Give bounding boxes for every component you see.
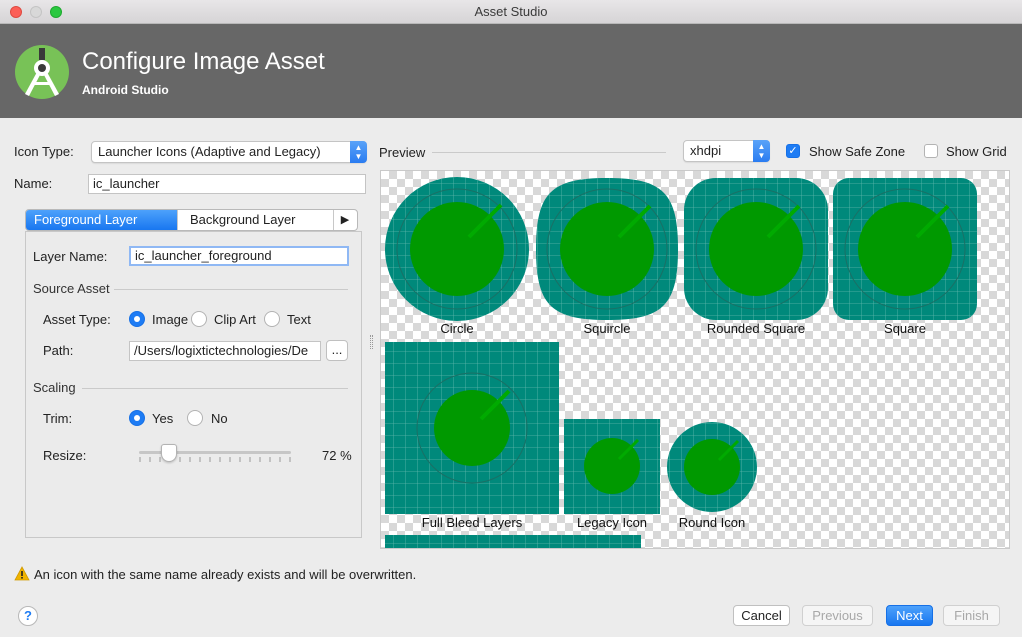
- warning-icon: [14, 566, 30, 581]
- page-title: Configure Image Asset: [82, 48, 325, 75]
- cancel-button[interactable]: Cancel: [733, 605, 790, 626]
- density-value: xhdpi: [690, 143, 722, 158]
- divider: [432, 152, 666, 153]
- trim-yes-radio[interactable]: [129, 410, 145, 426]
- show-grid-label: Show Grid: [946, 144, 1007, 159]
- asset-type-label: Asset Type:: [43, 312, 111, 327]
- resize-value: 72 %: [322, 448, 352, 463]
- show-grid-checkbox[interactable]: [924, 144, 938, 158]
- show-safe-zone-label: Show Safe Zone: [809, 144, 906, 159]
- squircle-icon-preview: [536, 178, 678, 320]
- legacy-icon-preview: [564, 419, 660, 514]
- asset-type-text-radio[interactable]: [264, 311, 280, 327]
- split-pane-handle[interactable]: [370, 335, 373, 349]
- trim-no-label: No: [211, 411, 228, 426]
- divider: [114, 289, 348, 290]
- icon-label-square: Square: [884, 321, 926, 336]
- android-studio-logo-icon: [15, 45, 69, 99]
- round-icon-preview: [667, 422, 757, 512]
- minimize-window-button[interactable]: [30, 6, 42, 18]
- help-button[interactable]: ?: [18, 606, 38, 626]
- trim-yes-label: Yes: [152, 411, 174, 426]
- close-window-button[interactable]: [10, 6, 22, 18]
- icon-type-label: Icon Type:: [14, 144, 74, 159]
- asset-type-clipart-label: Clip Art: [214, 312, 256, 327]
- source-asset-heading: Source Asset: [33, 281, 110, 296]
- browse-button[interactable]: ...: [326, 340, 348, 361]
- wizard-header: Configure Image Asset Android Studio: [0, 24, 1022, 118]
- page-subtitle: Android Studio: [82, 83, 169, 97]
- layer-tabs: Foreground Layer Background Layer ▶: [25, 209, 358, 231]
- divider: [82, 388, 348, 389]
- select-chevron-icon: ▲ ▼: [350, 141, 367, 163]
- layer-name-label: Layer Name:: [33, 249, 108, 264]
- tab-foreground-layer[interactable]: Foreground Layer: [26, 210, 177, 230]
- more-tabs-arrow-icon[interactable]: ▶: [333, 210, 357, 230]
- icon-label-round: Round Icon: [678, 515, 746, 530]
- name-label: Name:: [14, 176, 53, 191]
- finish-button[interactable]: Finish: [943, 605, 1000, 626]
- icon-label-circle: Circle: [440, 321, 474, 336]
- icon-label-rounded-square: Rounded Square: [706, 321, 806, 336]
- path-label: Path:: [43, 343, 74, 358]
- name-input[interactable]: ic_launcher: [88, 174, 366, 194]
- density-select[interactable]: xhdpi ▲ ▼: [683, 140, 770, 162]
- resize-slider[interactable]: [139, 444, 291, 466]
- next-button[interactable]: Next: [886, 605, 933, 626]
- asset-type-image-label: Image: [152, 312, 189, 327]
- asset-type-image-radio[interactable]: [129, 311, 145, 327]
- rounded-square-icon-preview: [684, 178, 828, 320]
- layer-settings-panel: Layer Name: ic_launcher_foreground Sourc…: [25, 231, 362, 538]
- trim-no-radio[interactable]: [187, 410, 203, 426]
- show-safe-zone-checkbox[interactable]: ✓: [786, 144, 800, 158]
- select-chevron-icon: ▲ ▼: [753, 140, 770, 162]
- circle-icon-preview: [385, 177, 529, 321]
- icon-type-value: Launcher Icons (Adaptive and Legacy): [98, 144, 321, 159]
- full-bleed-layers-icon-preview: [385, 342, 559, 514]
- icon-label-legacy: Legacy Icon: [576, 515, 648, 530]
- icon-type-select[interactable]: Launcher Icons (Adaptive and Legacy) ▲ ▼: [91, 141, 367, 163]
- next-icon-preview-partial: [385, 535, 641, 548]
- title-bar: Asset Studio: [0, 0, 1022, 24]
- window-title: Asset Studio: [474, 4, 548, 19]
- square-icon-preview: [833, 178, 977, 320]
- asset-type-clipart-radio[interactable]: [191, 311, 207, 327]
- tab-background-layer[interactable]: Background Layer: [177, 210, 334, 230]
- warning-message: An icon with the same name already exist…: [34, 567, 417, 582]
- scaling-heading: Scaling: [33, 380, 76, 395]
- previous-button[interactable]: Previous: [802, 605, 873, 626]
- asset-type-text-label: Text: [287, 312, 311, 327]
- icon-label-full-bleed: Full Bleed Layers: [421, 515, 523, 530]
- icon-label-squircle: Squircle: [583, 321, 631, 336]
- path-input[interactable]: /Users/logixtictechnologies/De: [129, 341, 321, 361]
- zoom-window-button[interactable]: [50, 6, 62, 18]
- preview-label: Preview: [379, 145, 426, 160]
- preview-area: Circle Squircle Rounded Square Square Fu…: [380, 170, 1010, 549]
- resize-slider-thumb[interactable]: [161, 444, 177, 462]
- trim-label: Trim:: [43, 411, 73, 426]
- resize-label: Resize:: [43, 448, 87, 463]
- layer-name-input[interactable]: ic_launcher_foreground: [129, 246, 349, 266]
